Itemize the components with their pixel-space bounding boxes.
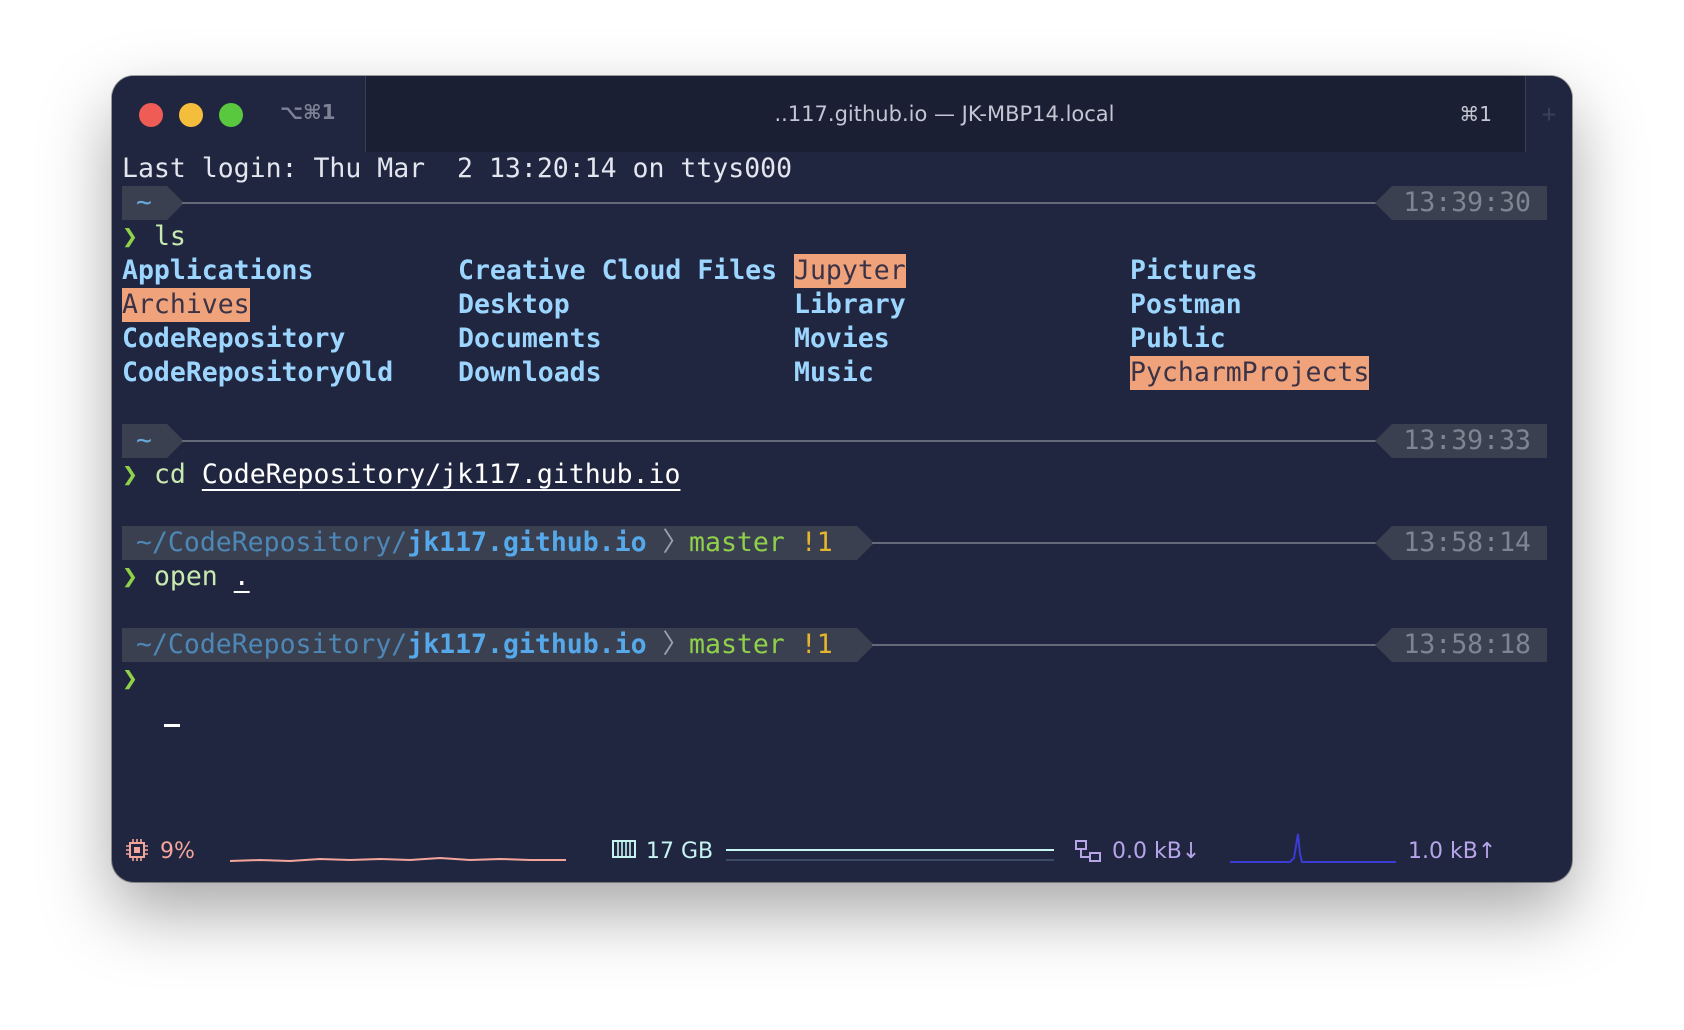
tab-shortcut: ⌥⌘1 xyxy=(280,100,336,124)
ls-entry: Postman xyxy=(1130,289,1242,320)
text-cursor xyxy=(164,724,180,727)
ls-entry: CodeRepositoryOld xyxy=(122,357,394,388)
timestamp: 13:39:33 xyxy=(1375,424,1547,458)
prompt-symbol: ❯ xyxy=(122,221,138,252)
ls-entry: Desktop xyxy=(458,289,570,320)
cwd-segment: ~ xyxy=(122,186,184,220)
cpu-usage: 9% xyxy=(160,839,195,864)
cpu-chip-icon xyxy=(125,838,149,868)
minimize-button[interactable] xyxy=(179,103,203,127)
close-button[interactable] xyxy=(139,103,163,127)
status-bar: 9% 17 GB 0.0 kB↓ 1.0 kB↑ xyxy=(112,824,1572,882)
tab-1[interactable]: ⌥⌘1 xyxy=(112,76,366,152)
cwd-path: ~/CodeRepository/ xyxy=(136,527,408,558)
ls-entry: Archives xyxy=(122,288,250,322)
window-shortcut: ⌘1 xyxy=(1459,102,1492,126)
timestamp: 13:58:18 xyxy=(1375,628,1547,662)
ls-entry: Jupyter xyxy=(794,254,906,288)
timestamp: 13:39:30 xyxy=(1375,186,1547,220)
command-line[interactable]: ❯ xyxy=(122,662,138,696)
timestamp: 13:58:14 xyxy=(1375,526,1547,560)
git-branch: master xyxy=(689,629,785,660)
terminal-window: ⌥⌘1 ..117.github.io — JK-MBP14.local ⌘1 … xyxy=(112,76,1572,882)
separator-rule xyxy=(872,644,1377,646)
chevron-right-icon: 〉 xyxy=(662,629,690,660)
separator-rule xyxy=(182,440,1377,442)
ls-entry: Documents xyxy=(458,323,602,354)
ls-entry: Music xyxy=(794,357,874,388)
separator-rule xyxy=(872,542,1377,544)
memory-graph xyxy=(726,849,1054,861)
ls-entry: Downloads xyxy=(458,357,602,388)
prompt-symbol: ❯ xyxy=(122,459,138,490)
separator-rule xyxy=(182,202,1377,204)
ls-entry: Creative Cloud Files xyxy=(458,255,778,286)
network-graph xyxy=(1230,833,1396,863)
ls-entry: Public xyxy=(1130,323,1226,354)
network-download: 0.0 kB↓ xyxy=(1112,839,1201,864)
git-status: !1 xyxy=(800,629,833,660)
cwd-repo: jk117.github.io xyxy=(407,629,647,660)
memory-icon xyxy=(612,839,636,865)
last-login-line: Last login: Thu Mar 2 13:20:14 on ttys00… xyxy=(122,153,793,184)
command-argument: . xyxy=(233,561,250,592)
window-title: ..117.github.io — JK-MBP14.local xyxy=(774,102,1115,126)
cwd-repo: jk117.github.io xyxy=(407,527,647,558)
command-text: open xyxy=(153,561,218,592)
ls-entry: PycharmProjects xyxy=(1130,356,1370,390)
ls-entry: Applications xyxy=(122,255,314,286)
command-line: ❯ ls xyxy=(122,220,186,254)
cwd-path: ~/CodeRepository/ xyxy=(136,629,408,660)
cwd-segment: ~/CodeRepository/jk117.github.io 〉master… xyxy=(122,628,874,662)
git-status: !1 xyxy=(800,527,833,558)
ls-entry: Movies xyxy=(794,323,890,354)
title-bar: ⌥⌘1 ..117.github.io — JK-MBP14.local ⌘1 … xyxy=(112,76,1572,152)
cwd-segment: ~ xyxy=(122,424,184,458)
prompt-separator: ~ 13:39:30 xyxy=(122,186,1547,220)
cwd-segment: ~/CodeRepository/jk117.github.io 〉master… xyxy=(122,526,874,560)
prompt-separator: ~/CodeRepository/jk117.github.io 〉master… xyxy=(122,628,1547,662)
command-line: ❯ cd CodeRepository/jk117.github.io xyxy=(122,458,680,492)
command-argument: CodeRepository/jk117.github.io xyxy=(201,459,681,490)
cwd-path: ~ xyxy=(136,425,152,456)
ls-entry: Library xyxy=(794,289,906,320)
zoom-button[interactable] xyxy=(219,103,243,127)
prompt-symbol: ❯ xyxy=(122,561,138,592)
new-tab-button[interactable]: + xyxy=(1525,76,1572,152)
git-branch: master xyxy=(689,527,785,558)
prompt-symbol: ❯ xyxy=(122,663,138,694)
cwd-path: ~ xyxy=(136,187,152,218)
prompt-separator: ~ 13:39:33 xyxy=(122,424,1547,458)
network-icon xyxy=(1074,839,1102,869)
terminal-output[interactable]: Last login: Thu Mar 2 13:20:14 on ttys00… xyxy=(122,152,1562,792)
ls-entry: CodeRepository xyxy=(122,323,346,354)
prompt-separator: ~/CodeRepository/jk117.github.io 〉master… xyxy=(122,526,1547,560)
ls-entry: Pictures xyxy=(1130,255,1258,286)
command-text: ls xyxy=(153,221,186,252)
chevron-right-icon: 〉 xyxy=(662,527,690,558)
command-line: ❯ open . xyxy=(122,560,250,594)
memory-usage: 17 GB xyxy=(646,839,714,864)
cpu-graph xyxy=(230,856,566,863)
network-upload: 1.0 kB↑ xyxy=(1408,839,1497,864)
command-text: cd xyxy=(153,459,186,490)
